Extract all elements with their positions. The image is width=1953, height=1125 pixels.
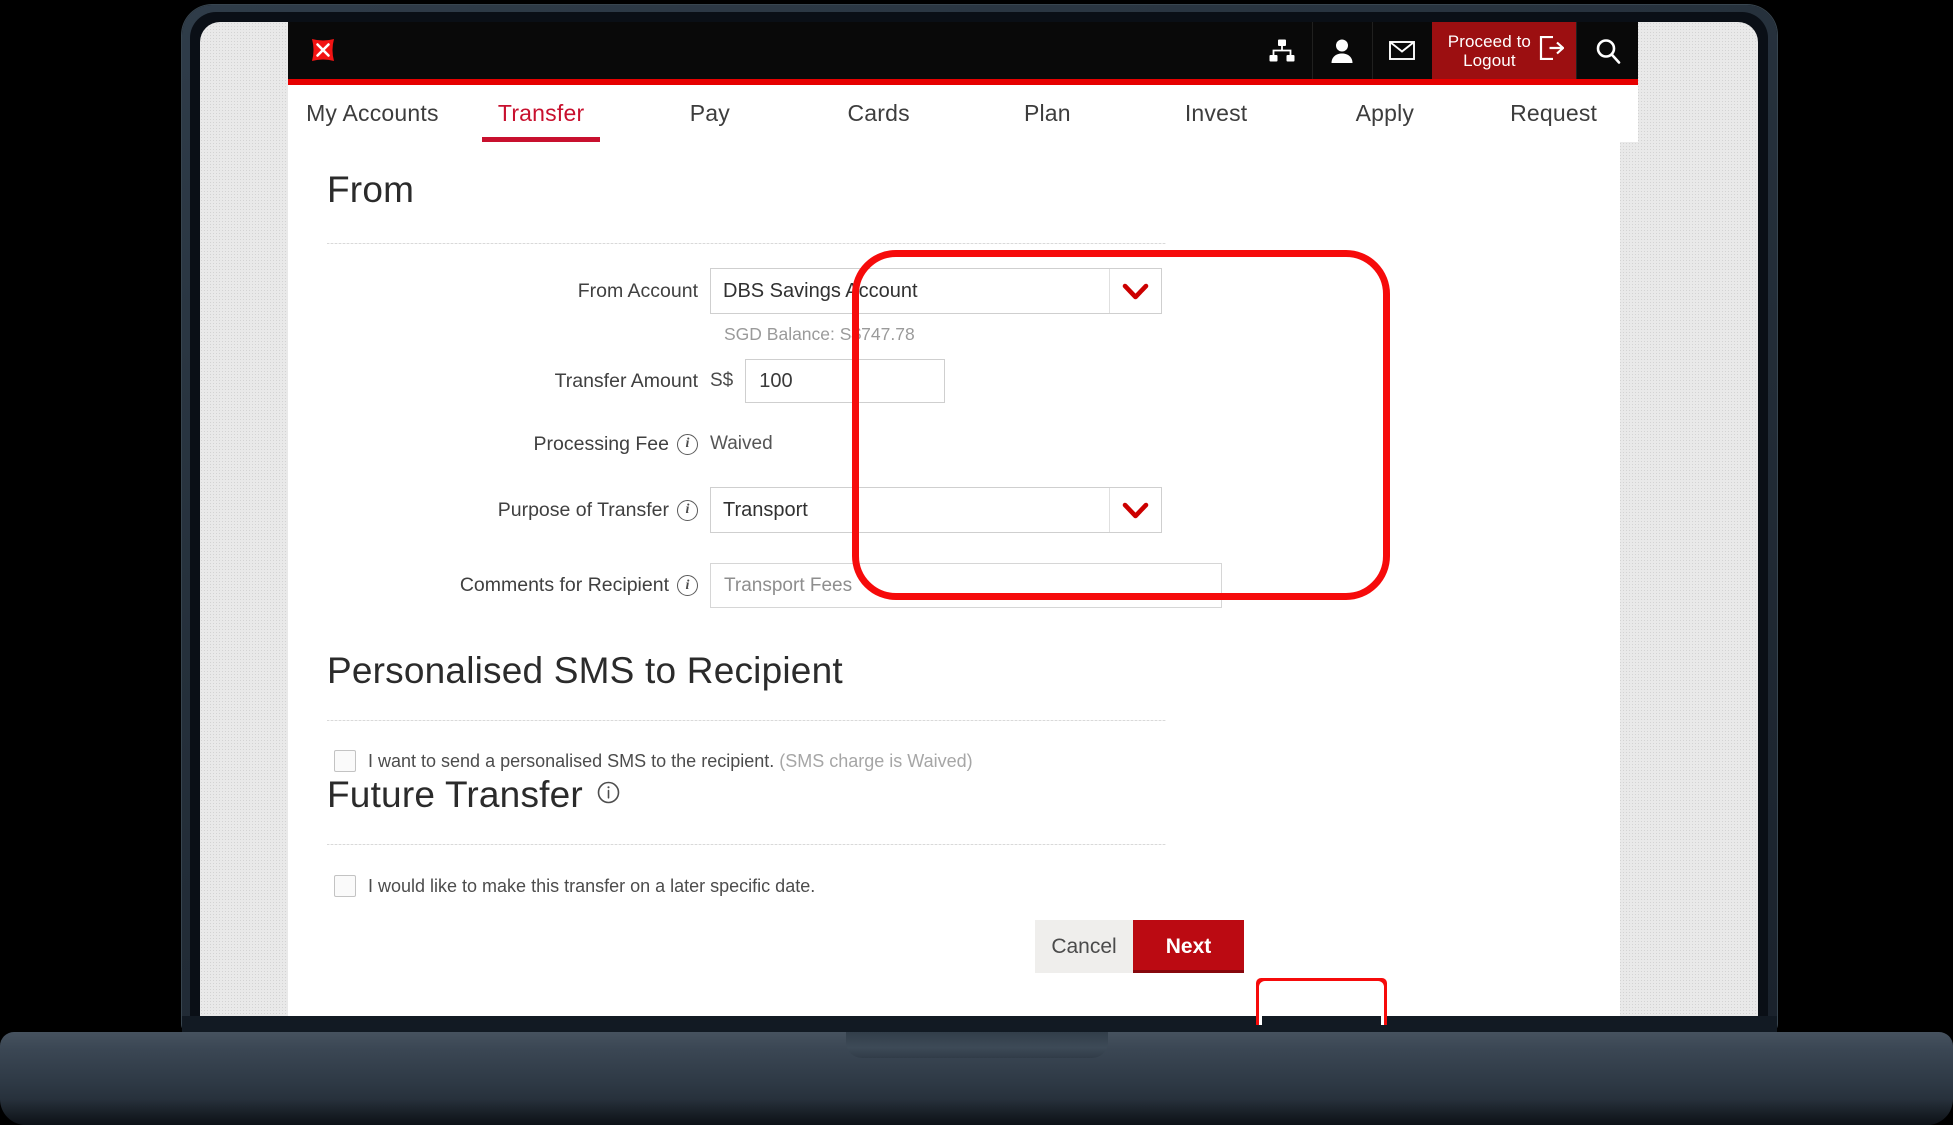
- row-purpose-of-transfer: Purpose of Transfer i Transport: [288, 487, 1388, 533]
- tab-label: Invest: [1185, 100, 1248, 127]
- tab-request[interactable]: Request: [1469, 85, 1638, 142]
- comments-label-text: Comments for Recipient: [460, 574, 669, 597]
- from-account-select[interactable]: DBS Savings Account: [710, 268, 1162, 314]
- user-icon[interactable]: [1312, 22, 1372, 79]
- screenshot-stage: Proceed to Logout: [0, 0, 1953, 1125]
- sms-section-divider: [327, 720, 1166, 721]
- sms-checkbox-label-text: I want to send a personalised SMS to the…: [368, 751, 774, 771]
- tab-label: Pay: [690, 100, 730, 127]
- tab-pay[interactable]: Pay: [626, 85, 795, 142]
- tab-label: Cards: [847, 100, 909, 127]
- tab-transfer[interactable]: Transfer: [457, 85, 626, 142]
- processing-fee-label: Processing Fee i: [288, 433, 710, 456]
- sms-checkbox-row[interactable]: I want to send a personalised SMS to the…: [334, 750, 973, 772]
- info-icon[interactable]: i: [677, 575, 698, 596]
- sms-checkbox-label: I want to send a personalised SMS to the…: [368, 751, 973, 772]
- info-icon[interactable]: i: [677, 434, 698, 455]
- next-button[interactable]: Next: [1133, 920, 1244, 973]
- laptop-trackpad-notch: [846, 1032, 1108, 1058]
- future-section-divider: [327, 844, 1166, 845]
- sms-checkbox[interactable]: [334, 750, 356, 772]
- purpose-label: Purpose of Transfer i: [288, 499, 710, 522]
- search-icon[interactable]: [1576, 22, 1638, 79]
- sms-section-title: Personalised SMS to Recipient: [327, 650, 843, 692]
- purpose-select[interactable]: Transport: [710, 487, 1162, 533]
- future-checkbox-row[interactable]: I would like to make this transfer on a …: [334, 875, 815, 897]
- from-account-balance: SGD Balance: S$747.78: [722, 324, 915, 345]
- from-section-divider: [327, 243, 1166, 244]
- row-transfer-amount: Transfer Amount S$: [288, 358, 1388, 404]
- transfer-amount-label: Transfer Amount: [288, 370, 710, 393]
- purpose-label-text: Purpose of Transfer: [498, 499, 669, 522]
- logout-icon: [1539, 36, 1564, 65]
- chevron-down-icon[interactable]: [1109, 269, 1161, 313]
- future-checkbox-label: I would like to make this transfer on a …: [368, 876, 815, 897]
- tab-cards[interactable]: Cards: [794, 85, 963, 142]
- currency-prefix: S$: [710, 370, 733, 392]
- logout-label: Proceed to Logout: [1448, 32, 1531, 70]
- row-processing-fee: Processing Fee i Waived: [288, 427, 1388, 461]
- form-actions: Cancel Next: [1035, 920, 1244, 973]
- transfer-form-content: From From Account DBS Savings Account: [288, 142, 1620, 1025]
- future-section-title: Future Transfer: [327, 774, 583, 816]
- row-comments-for-recipient: Comments for Recipient i: [288, 563, 1388, 608]
- proceed-to-logout-button[interactable]: Proceed to Logout: [1432, 22, 1576, 79]
- cancel-button[interactable]: Cancel: [1035, 920, 1133, 973]
- tab-my-accounts[interactable]: My Accounts: [288, 85, 457, 142]
- tab-apply[interactable]: Apply: [1301, 85, 1470, 142]
- tab-label: My Accounts: [306, 100, 439, 127]
- comments-label: Comments for Recipient i: [288, 574, 710, 597]
- main-navigation: My Accounts Transfer Pay Cards Plan Inve…: [288, 85, 1638, 142]
- purpose-value: Transport: [711, 499, 808, 522]
- tab-label: Request: [1510, 100, 1597, 127]
- transfer-amount-input[interactable]: [745, 359, 945, 403]
- from-section-title: From: [327, 169, 414, 211]
- close-x-icon[interactable]: [308, 35, 338, 65]
- sms-charge-note: (SMS charge is Waived): [779, 751, 972, 771]
- chevron-down-icon[interactable]: [1109, 488, 1161, 532]
- processing-fee-label-text: Processing Fee: [534, 433, 669, 456]
- tab-plan[interactable]: Plan: [963, 85, 1132, 142]
- tab-label: Plan: [1024, 100, 1071, 127]
- future-transfer-checkbox[interactable]: [334, 875, 356, 897]
- row-from-account: From Account DBS Savings Account: [288, 268, 1388, 314]
- info-icon[interactable]: [597, 781, 620, 809]
- from-account-label: From Account: [288, 280, 710, 303]
- toolbar-actions: Proceed to Logout: [1252, 22, 1638, 79]
- banking-app-window: Proceed to Logout: [288, 22, 1638, 1025]
- top-toolbar: Proceed to Logout: [288, 22, 1638, 79]
- processing-fee-value: Waived: [710, 433, 773, 455]
- future-section-header: Future Transfer: [327, 774, 620, 816]
- mail-icon[interactable]: [1372, 22, 1432, 79]
- tab-label: Apply: [1356, 100, 1415, 127]
- sitemap-icon[interactable]: [1252, 22, 1312, 79]
- tab-invest[interactable]: Invest: [1132, 85, 1301, 142]
- comments-input[interactable]: [710, 563, 1222, 608]
- tab-label: Transfer: [498, 100, 584, 127]
- from-account-value: DBS Savings Account: [711, 280, 918, 303]
- info-icon[interactable]: i: [677, 500, 698, 521]
- laptop-screen: Proceed to Logout: [200, 22, 1758, 1025]
